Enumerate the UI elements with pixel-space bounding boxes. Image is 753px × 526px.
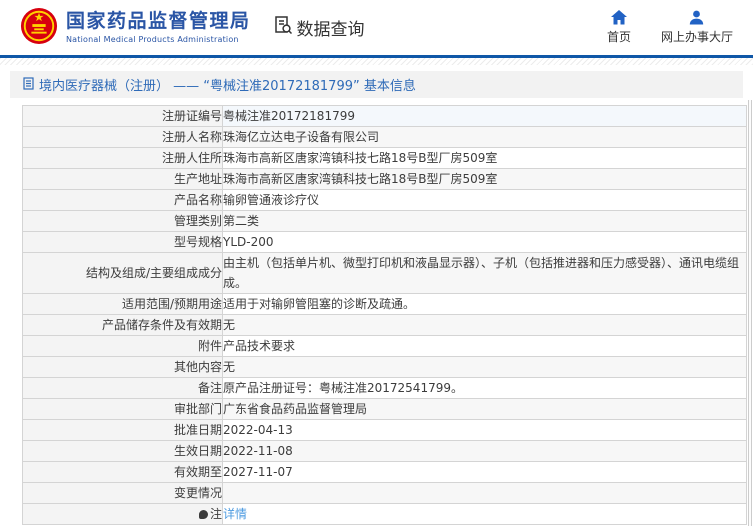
table-row: 型号规格YLD-200 (23, 232, 747, 253)
table-row: 变更情况 (23, 483, 747, 504)
table-row: 注详情 (23, 504, 747, 525)
row-value: 输卵管通液诊疗仪 (223, 190, 747, 211)
national-emblem-icon (20, 7, 58, 49)
row-value: 由主机（包括单片机、微型打印机和液晶显示器）、子机（包括推进器和压力感受器）、通… (223, 253, 747, 294)
header: 国家药品监督管理局 National Medical Products Admi… (0, 0, 753, 55)
table-row: 适用范围/预期用途适用于对输卵管阻塞的诊断及疏通。 (23, 294, 747, 315)
row-value: 无 (223, 315, 747, 336)
data-query-label: 数据查询 (297, 15, 365, 40)
row-label: 其他内容 (23, 357, 223, 378)
table-row: 备注原产品注册证号：粤械注准20172541799。 (23, 378, 747, 399)
document-search-icon (273, 15, 293, 40)
document-icon (23, 75, 34, 94)
table-row: 产品储存条件及有效期无 (23, 315, 747, 336)
nav-online-service-hall[interactable]: 网上办事大厅 (661, 10, 733, 45)
row-value: 2022-11-08 (223, 441, 747, 462)
detail-link[interactable]: 详情 (223, 507, 247, 521)
table-row: 生产地址珠海市高新区唐家湾镇科技七路18号B型厂房509室 (23, 169, 747, 190)
table-row: 有效期至2027-11-07 (23, 462, 747, 483)
row-label: 结构及组成/主要组成成分 (23, 253, 223, 294)
row-label: 批准日期 (23, 420, 223, 441)
nav-hall-label: 网上办事大厅 (661, 28, 733, 45)
row-label: 注册人住所 (23, 148, 223, 169)
nav-home-label: 首页 (607, 28, 631, 45)
nmpa-logo[interactable]: 国家药品监督管理局 National Medical Products Admi… (20, 7, 251, 49)
row-value: 第二类 (223, 211, 747, 232)
scrollbar[interactable] (748, 100, 752, 526)
person-icon (689, 10, 704, 25)
row-label: 生效日期 (23, 441, 223, 462)
info-table-body: 注册证编号粤械注准20172181799注册人名称珠海亿立达电子设备有限公司注册… (23, 106, 747, 525)
nav-home[interactable]: 首页 (607, 10, 631, 45)
page-title: 境内医疗器械（注册） —— “粤械注准20172181799” 基本信息 (39, 75, 416, 94)
row-label: 管理类别 (23, 211, 223, 232)
hatch-strip (0, 58, 753, 65)
agency-name-cn: 国家药品监督管理局 (66, 11, 251, 33)
row-value: 2022-04-13 (223, 420, 747, 441)
row-value: 适用于对输卵管阻塞的诊断及疏通。 (223, 294, 747, 315)
row-label: 注册证编号 (23, 106, 223, 127)
header-nav: 首页 网上办事大厅 (607, 10, 753, 45)
row-value: 珠海市高新区唐家湾镇科技七路18号B型厂房509室 (223, 148, 747, 169)
row-value: 产品技术要求 (223, 336, 747, 357)
row-label: 备注 (23, 378, 223, 399)
table-row: 生效日期2022-11-08 (23, 441, 747, 462)
registration-info-table: 注册证编号粤械注准20172181799注册人名称珠海亿立达电子设备有限公司注册… (22, 105, 753, 525)
row-value: 珠海市高新区唐家湾镇科技七路18号B型厂房509室 (223, 169, 747, 190)
row-label: 产品储存条件及有效期 (23, 315, 223, 336)
table-row: 产品名称输卵管通液诊疗仪 (23, 190, 747, 211)
row-label: 有效期至 (23, 462, 223, 483)
row-value: 原产品注册证号：粤械注准20172541799。 (223, 378, 747, 399)
table-row: 注册证编号粤械注准20172181799 (23, 106, 747, 127)
row-value: 珠海亿立达电子设备有限公司 (223, 127, 747, 148)
row-label: 注 (23, 504, 223, 525)
row-label: 适用范围/预期用途 (23, 294, 223, 315)
table-row: 结构及组成/主要组成成分由主机（包括单片机、微型打印机和液晶显示器）、子机（包括… (23, 253, 747, 294)
row-label: 注册人名称 (23, 127, 223, 148)
table-row: 其他内容无 (23, 357, 747, 378)
row-value: 广东省食品药品监督管理局 (223, 399, 747, 420)
row-label: 附件 (23, 336, 223, 357)
logo-text: 国家药品监督管理局 National Medical Products Admi… (66, 11, 251, 44)
table-row: 注册人名称珠海亿立达电子设备有限公司 (23, 127, 747, 148)
row-value: 详情 (223, 504, 747, 525)
row-label: 变更情况 (23, 483, 223, 504)
table-row: 管理类别第二类 (23, 211, 747, 232)
table-row: 批准日期2022-04-13 (23, 420, 747, 441)
table-row: 注册人住所珠海市高新区唐家湾镇科技七路18号B型厂房509室 (23, 148, 747, 169)
agency-name-en: National Medical Products Administration (66, 35, 251, 44)
row-value (223, 483, 747, 504)
row-label: 型号规格 (23, 232, 223, 253)
row-value: 无 (223, 357, 747, 378)
row-label: 生产地址 (23, 169, 223, 190)
data-query-section[interactable]: 数据查询 (273, 15, 365, 40)
home-icon (611, 10, 627, 25)
row-value: 粤械注准20172181799 (223, 106, 747, 127)
row-label: 审批部门 (23, 399, 223, 420)
row-value: 2027-11-07 (223, 462, 747, 483)
table-row: 附件产品技术要求 (23, 336, 747, 357)
row-value: YLD-200 (223, 232, 747, 253)
table-row: 审批部门广东省食品药品监督管理局 (23, 399, 747, 420)
note-icon (199, 510, 208, 519)
row-label: 产品名称 (23, 190, 223, 211)
breadcrumb: 境内医疗器械（注册） —— “粤械注准20172181799” 基本信息 (10, 71, 743, 98)
